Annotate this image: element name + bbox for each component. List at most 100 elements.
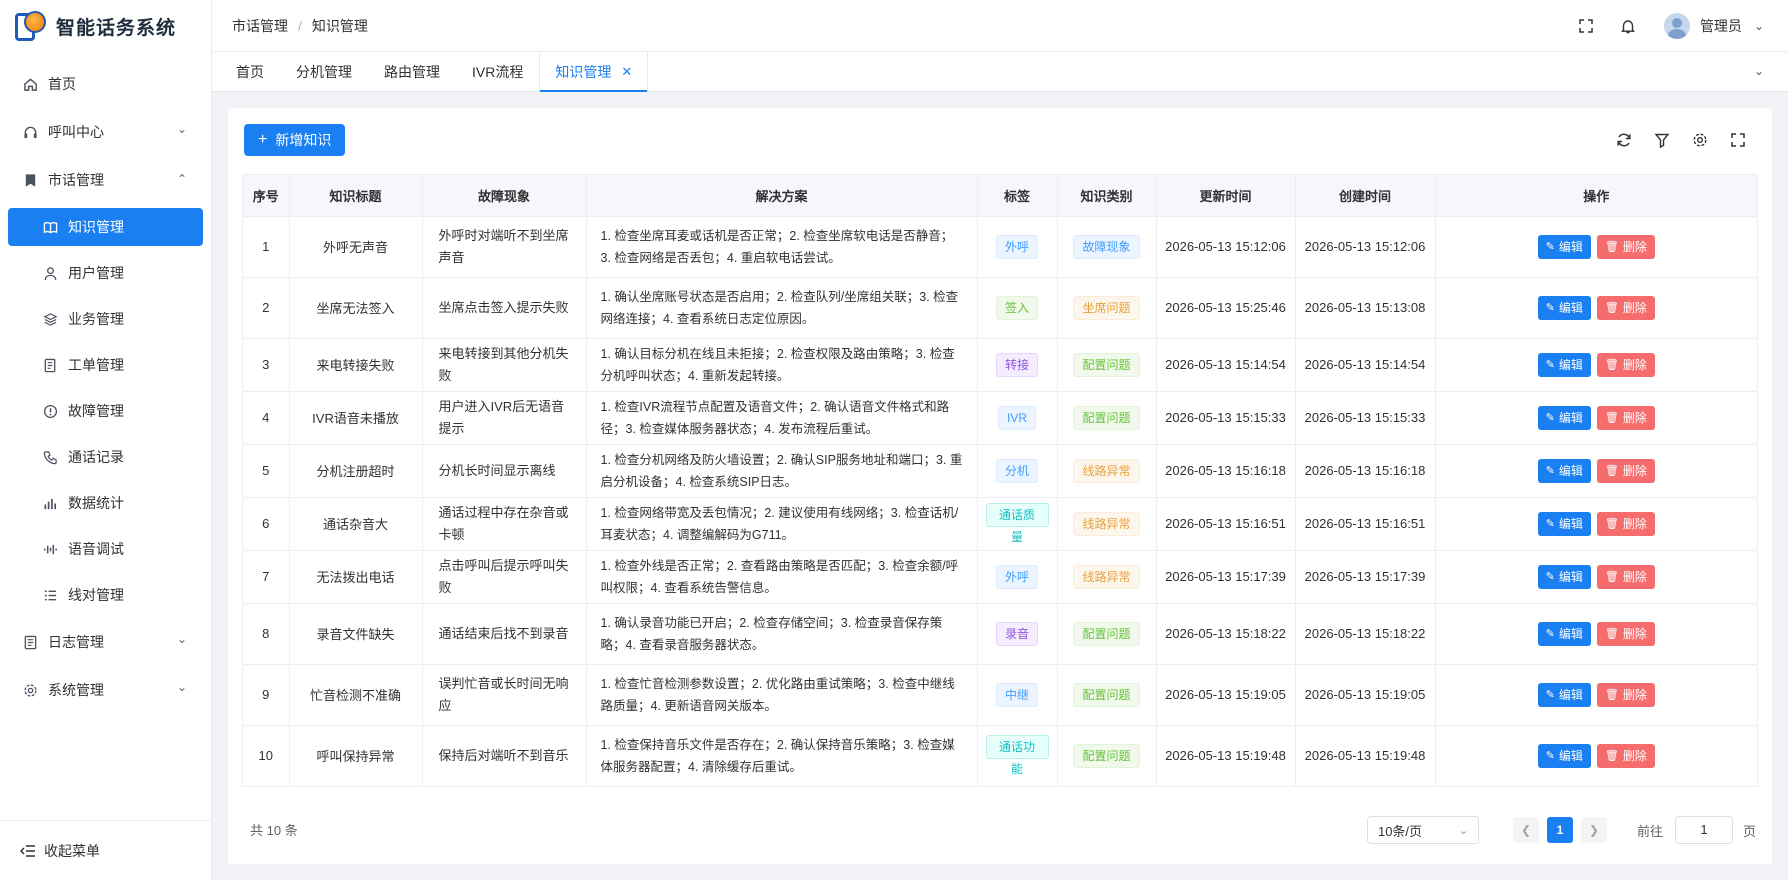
tab-home[interactable]: 首页 <box>212 52 280 91</box>
settings-icon[interactable] <box>1690 130 1710 150</box>
tabs-dropdown-icon[interactable]: ⌄ <box>1754 64 1764 78</box>
table-row[interactable]: 6 通话杂音大 通话过程中存在杂音或卡顿 1. 检查网络带宽及丢包情况；2. 建议使用… <box>243 497 1757 551</box>
add-knowledge-button[interactable]: + 新增知识 <box>244 124 346 156</box>
cell-solution: 1. 检查IVR流程节点配置及语音文件；2. 确认语音文件格式和路径；3. 检查… <box>586 391 978 445</box>
breadcrumb-item[interactable]: 市话管理 <box>232 16 288 36</box>
cell-title: 坐席无法签入 <box>289 277 423 339</box>
cell-symptom: 坐席点击签入提示失败 <box>422 277 587 339</box>
edit-button[interactable]: ✎ 编辑 <box>1537 682 1591 707</box>
edit-button[interactable]: ✎ 编辑 <box>1537 564 1591 589</box>
delete-label: 删除 <box>1622 570 1647 584</box>
submenu-local-call: 知识管理 用户管理 业务管理 工单管理 故障管理 通话记录 数据统计 语音调试 … <box>0 208 211 618</box>
sidebar-item-statistics[interactable]: 数据统计 <box>0 480 211 526</box>
table-row[interactable]: 9 忙音检测不准确 误判忙音或长时间无响应 1. 检查忙音检测参数设置；2. 优化路由… <box>243 664 1757 726</box>
avatar[interactable] <box>1663 13 1690 39</box>
delete-button[interactable]: 🗑 删除 <box>1596 511 1655 536</box>
sidebar-item-business[interactable]: 业务管理 <box>0 296 211 342</box>
sidebar-item-label: 线对管理 <box>68 587 124 603</box>
cell-actions: ✎ 编辑 🗑 删除 <box>1435 391 1757 445</box>
cell-actions: ✎ 编辑 🗑 删除 <box>1435 338 1757 392</box>
chevron-down-icon[interactable]: ⌄ <box>1754 19 1764 33</box>
goto-page-input[interactable]: 1 <box>1674 816 1733 844</box>
prev-page-button[interactable]: ❮ <box>1512 817 1539 843</box>
sidebar-item-knowledge[interactable]: 知识管理 <box>8 208 203 246</box>
delete-button[interactable]: 🗑 删除 <box>1596 682 1655 707</box>
cell-category: 故障现象 <box>1057 216 1157 278</box>
breadcrumb-item-current: 知识管理 <box>311 17 368 34</box>
delete-button[interactable]: 🗑 删除 <box>1596 743 1655 768</box>
edit-button[interactable]: ✎ 编辑 <box>1537 352 1591 377</box>
cell-updated: 2026-05-13 15:25:46 <box>1156 277 1296 339</box>
table-row[interactable]: 4 IVR语音未播放 用户进入IVR后无语音提示 1. 检查IVR流程节点配置及语音文… <box>243 391 1757 445</box>
edit-icon: ✎ <box>1545 628 1555 640</box>
delete-button[interactable]: 🗑 删除 <box>1596 295 1655 320</box>
edit-button[interactable]: ✎ 编辑 <box>1537 295 1591 320</box>
edit-label: 编辑 <box>1558 517 1583 531</box>
cell-solution: 1. 确认录音功能已开启；2. 检查存储空间；3. 检查录音保存策略；4. 查看… <box>586 603 978 665</box>
cell-category: 配置问题 <box>1057 725 1157 787</box>
chevron-down-icon: ⌄ <box>176 680 187 694</box>
waveform-icon <box>42 541 58 557</box>
fullscreen-icon[interactable] <box>1576 16 1596 36</box>
page-number-button[interactable]: 1 <box>1546 817 1573 843</box>
delete-button[interactable]: 🗑 删除 <box>1596 564 1655 589</box>
cell-updated: 2026-05-13 15:15:33 <box>1156 391 1296 445</box>
tab-extensions[interactable]: 分机管理 <box>280 52 368 91</box>
filter-icon[interactable] <box>1652 130 1672 150</box>
sidebar-item-users[interactable]: 用户管理 <box>0 250 211 296</box>
edit-button[interactable]: ✎ 编辑 <box>1537 621 1591 646</box>
page-size-select[interactable]: 10条/页 ⌄ <box>1366 816 1479 844</box>
tab-routes[interactable]: 路由管理 <box>368 52 456 91</box>
sidebar-item-call-center[interactable]: 呼叫中心 ⌄ <box>0 108 211 156</box>
sidebar-item-voice-debug[interactable]: 语音调试 <box>0 526 211 572</box>
delete-button[interactable]: 🗑 删除 <box>1596 458 1655 483</box>
table-row[interactable]: 3 来电转接失败 来电转接到其他分机失败 1. 确认目标分机在线且未拒接；2. 检查权… <box>243 338 1757 392</box>
sidebar-item-faults[interactable]: 故障管理 <box>0 388 211 434</box>
sidebar-item-system[interactable]: 系统管理 ⌄ <box>0 666 211 714</box>
delete-button[interactable]: 🗑 删除 <box>1596 352 1655 377</box>
cell-updated: 2026-05-13 15:16:51 <box>1156 497 1296 551</box>
cell-symptom: 外呼时对端听不到坐席声音 <box>422 216 587 278</box>
fullscreen-icon[interactable] <box>1728 130 1748 150</box>
cell-tag: IVR <box>977 391 1058 445</box>
table-row[interactable]: 7 无法拨出电话 点击呼叫后提示呼叫失败 1. 检查外线是否正常；2. 查看路由策略是… <box>243 550 1757 604</box>
sidebar-item-local-call[interactable]: 市话管理 ⌃ <box>0 156 211 204</box>
edit-label: 编辑 <box>1558 570 1583 584</box>
tab-ivr[interactable]: IVR流程 <box>456 52 539 91</box>
table-row[interactable]: 8 录音文件缺失 通话结束后找不到录音 1. 确认录音功能已开启；2. 检查存储空间；… <box>243 603 1757 665</box>
cell-created: 2026-05-13 15:18:22 <box>1295 603 1436 665</box>
cell-title: 无法拨出电话 <box>289 550 423 604</box>
delete-label: 删除 <box>1622 240 1647 254</box>
collapse-menu-button[interactable]: 收起菜单 <box>0 820 211 880</box>
delete-button[interactable]: 🗑 删除 <box>1596 234 1655 259</box>
delete-button[interactable]: 🗑 删除 <box>1596 405 1655 430</box>
edit-button[interactable]: ✎ 编辑 <box>1537 743 1591 768</box>
table-row[interactable]: 2 坐席无法签入 坐席点击签入提示失败 1. 确认坐席账号状态是否启用；2. 检查队列… <box>243 277 1757 339</box>
bell-icon[interactable] <box>1618 16 1638 36</box>
tag-badge: 通话质量 <box>985 503 1049 544</box>
edit-button[interactable]: ✎ 编辑 <box>1537 511 1591 536</box>
table-row[interactable]: 5 分机注册超时 分机长时间显示离线 1. 检查分机网络及防火墙设置；2. 确认SIP… <box>243 444 1757 498</box>
sidebar-item-logs[interactable]: 日志管理 ⌄ <box>0 618 211 666</box>
edit-button[interactable]: ✎ 编辑 <box>1537 234 1591 259</box>
cell-tag: 外呼 <box>977 550 1058 604</box>
cell-title: 忙音检测不准确 <box>289 664 423 726</box>
close-icon[interactable]: ✕ <box>621 64 632 80</box>
sidebar-item-call-records[interactable]: 通话记录 <box>0 434 211 480</box>
sidebar-item-home[interactable]: 首页 <box>0 60 211 108</box>
sidebar-item-line-pairs[interactable]: 线对管理 <box>0 572 211 618</box>
table-row[interactable]: 1 外呼无声音 外呼时对端听不到坐席声音 1. 检查坐席耳麦或话机是否正常；2. 检查… <box>243 216 1757 278</box>
table-row[interactable]: 10 呼叫保持异常 保持后对端听不到音乐 1. 检查保持音乐文件是否存在；2. 确认保… <box>243 725 1757 787</box>
sidebar-item-tickets[interactable]: 工单管理 <box>0 342 211 388</box>
user-name[interactable]: 管理员 <box>1700 16 1742 36</box>
delete-label: 删除 <box>1622 411 1647 425</box>
edit-button[interactable]: ✎ 编辑 <box>1537 405 1591 430</box>
delete-button[interactable]: 🗑 删除 <box>1596 621 1655 646</box>
cell-tag: 外呼 <box>977 216 1058 278</box>
refresh-icon[interactable] <box>1614 130 1634 150</box>
next-page-button[interactable]: ❯ <box>1580 817 1607 843</box>
edit-button[interactable]: ✎ 编辑 <box>1537 458 1591 483</box>
tab-knowledge[interactable]: 知识管理 ✕ <box>539 52 649 92</box>
cell-tag: 分机 <box>977 444 1058 498</box>
category-badge: 线路异常 <box>1073 458 1140 483</box>
